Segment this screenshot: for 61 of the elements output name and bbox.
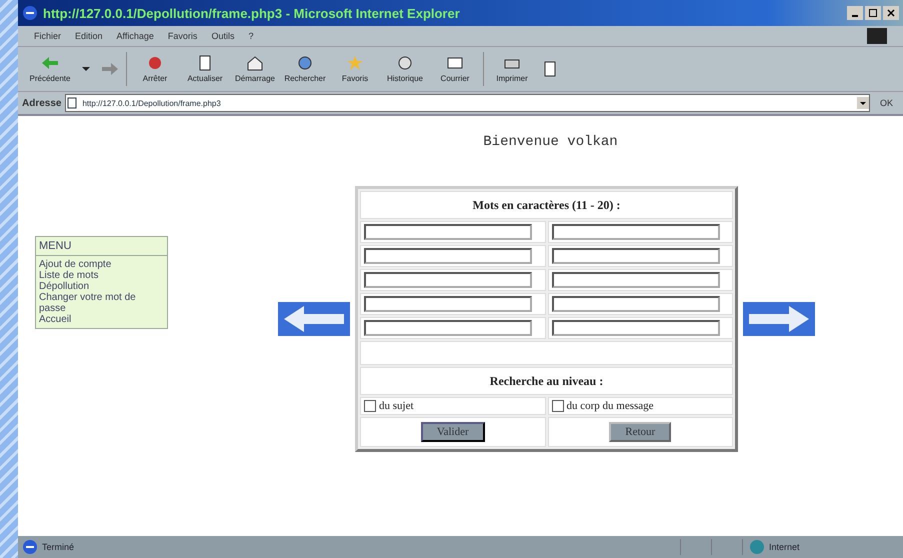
right-arrow-icon bbox=[100, 61, 120, 77]
form-button[interactable]: Valider bbox=[420, 422, 485, 442]
dropdown-icon[interactable] bbox=[856, 97, 869, 109]
checkbox[interactable] bbox=[552, 400, 564, 412]
menu-title: MENU bbox=[36, 237, 167, 256]
word-field[interactable] bbox=[552, 320, 720, 336]
zone-text: Internet bbox=[769, 542, 800, 552]
menu-link[interactable]: Accueil bbox=[39, 314, 164, 325]
go-button[interactable]: OK bbox=[874, 98, 899, 108]
toolbar-button[interactable]: Rechercher bbox=[283, 55, 327, 83]
checkbox-label: du corp du message bbox=[566, 400, 654, 412]
toolbar-button[interactable]: Imprimer bbox=[490, 55, 534, 83]
form-heading: Mots en caractères (11 - 20) : bbox=[472, 198, 620, 212]
toolbar-button[interactable]: Favoris bbox=[333, 55, 377, 83]
menu-item[interactable]: Fichier bbox=[34, 31, 62, 41]
toolbar-button[interactable]: Historique bbox=[383, 55, 427, 83]
search-heading: Recherche au niveau : bbox=[490, 374, 604, 388]
toolbar-button[interactable]: Arrêter bbox=[133, 55, 177, 83]
toolbar-button[interactable]: Actualiser bbox=[183, 55, 227, 83]
star-icon bbox=[345, 55, 365, 71]
menu-item[interactable]: ? bbox=[248, 31, 254, 41]
form-button[interactable]: Retour bbox=[609, 422, 672, 442]
page-icon bbox=[66, 97, 78, 109]
toolbar-button[interactable]: Courrier bbox=[433, 55, 477, 83]
menu-item[interactable]: Edition bbox=[75, 31, 103, 41]
address-label: Adresse bbox=[22, 98, 62, 108]
browser-logo-icon bbox=[22, 5, 38, 21]
browser-logo-icon bbox=[22, 539, 38, 555]
menu-link[interactable]: Changer votre mot de passe bbox=[39, 292, 164, 314]
menu-link[interactable]: Liste de mots bbox=[39, 270, 164, 281]
menu-item[interactable]: Affichage bbox=[116, 31, 154, 41]
checkbox-label: du sujet bbox=[379, 400, 414, 412]
close-icon bbox=[886, 8, 896, 18]
word-field[interactable] bbox=[552, 224, 720, 240]
word-field[interactable] bbox=[364, 248, 532, 264]
menu-link[interactable]: Ajout de compte bbox=[39, 259, 164, 270]
left-arrow-icon bbox=[40, 55, 60, 71]
word-field[interactable] bbox=[364, 224, 532, 240]
caret-icon bbox=[82, 67, 90, 71]
address-field[interactable]: http://127.0.0.1/Depollution/frame.php3 bbox=[65, 94, 870, 112]
welcome-heading: Bienvenue volkan bbox=[482, 134, 619, 150]
maximize-icon bbox=[868, 8, 878, 18]
window-title: http://127.0.0.1/Depollution/frame.php3 - Microsoft Internet Explorer bbox=[43, 6, 461, 20]
word-field[interactable] bbox=[364, 272, 532, 288]
checkbox[interactable] bbox=[364, 400, 376, 412]
minimize-button[interactable] bbox=[847, 6, 863, 20]
word-field[interactable] bbox=[552, 272, 720, 288]
toolbar-button[interactable]: Précédente bbox=[28, 55, 72, 83]
word-field[interactable] bbox=[364, 296, 532, 312]
minimize-icon bbox=[852, 15, 858, 17]
menu-item[interactable]: Outils bbox=[211, 31, 234, 41]
word-field[interactable] bbox=[552, 248, 720, 264]
house-icon bbox=[245, 55, 265, 71]
menu-item[interactable]: Favoris bbox=[168, 31, 198, 41]
close-button[interactable] bbox=[883, 6, 899, 20]
status-text: Terminé bbox=[42, 542, 76, 552]
menu-link[interactable]: Dépollution bbox=[39, 281, 164, 292]
toolbar-button[interactable]: Démarrage bbox=[233, 55, 277, 83]
word-field[interactable] bbox=[552, 296, 720, 312]
maximize-button[interactable] bbox=[865, 6, 881, 20]
word-field[interactable] bbox=[364, 320, 532, 336]
